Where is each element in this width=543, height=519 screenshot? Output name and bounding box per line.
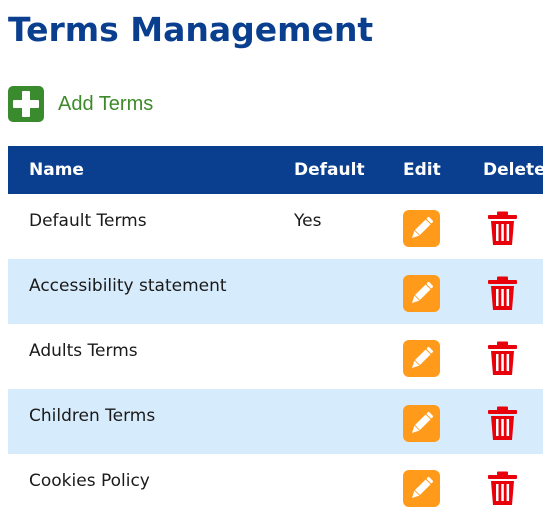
trash-icon bbox=[488, 211, 517, 245]
term-name-cell: Adults Terms bbox=[8, 324, 294, 389]
edit-cell bbox=[403, 194, 483, 259]
table-row: Accessibility statement bbox=[8, 259, 543, 324]
terms-table: Name Default Edit Delete Default Terms Y… bbox=[8, 146, 543, 519]
pencil-icon bbox=[411, 411, 434, 434]
trash-icon bbox=[488, 341, 517, 375]
table-row: Children Terms bbox=[8, 389, 543, 454]
plus-icon bbox=[8, 86, 44, 122]
delete-button[interactable] bbox=[484, 405, 521, 442]
delete-button[interactable] bbox=[484, 275, 521, 312]
column-header-default: Default bbox=[294, 160, 365, 180]
term-name-cell: Accessibility statement bbox=[8, 259, 294, 324]
edit-button[interactable] bbox=[403, 470, 440, 507]
term-default bbox=[294, 324, 403, 340]
term-name: Accessibility statement bbox=[29, 276, 227, 296]
trash-icon bbox=[488, 471, 517, 505]
term-default-cell: Yes bbox=[294, 194, 403, 259]
term-name: Adults Terms bbox=[29, 341, 138, 361]
pencil-icon bbox=[411, 476, 434, 499]
delete-cell bbox=[483, 389, 543, 454]
term-name-cell: Cookies Policy bbox=[8, 454, 294, 519]
delete-cell bbox=[483, 194, 543, 259]
edit-cell bbox=[403, 324, 483, 389]
edit-button[interactable] bbox=[403, 340, 440, 377]
pencil-icon bbox=[411, 346, 434, 369]
trash-icon bbox=[488, 276, 517, 310]
edit-button[interactable] bbox=[403, 275, 440, 312]
delete-cell bbox=[483, 259, 543, 324]
edit-button[interactable] bbox=[403, 405, 440, 442]
add-terms-button[interactable]: Add Terms bbox=[8, 86, 153, 122]
pencil-icon bbox=[411, 281, 434, 304]
edit-cell bbox=[403, 454, 483, 519]
delete-cell bbox=[483, 454, 543, 519]
term-name: Cookies Policy bbox=[29, 471, 150, 491]
page-title: Terms Management bbox=[8, 10, 374, 49]
edit-button[interactable] bbox=[403, 210, 440, 247]
term-default-cell bbox=[294, 389, 403, 454]
edit-cell bbox=[403, 259, 483, 324]
term-default-cell bbox=[294, 454, 403, 519]
delete-button[interactable] bbox=[484, 210, 521, 247]
delete-button[interactable] bbox=[484, 470, 521, 507]
table-row: Cookies Policy bbox=[8, 454, 543, 519]
column-header-edit: Edit bbox=[403, 160, 441, 180]
term-name-cell: Children Terms bbox=[8, 389, 294, 454]
column-header-delete: Delete bbox=[483, 160, 543, 180]
term-default bbox=[294, 454, 403, 470]
column-header-name: Name bbox=[29, 160, 84, 180]
delete-cell bbox=[483, 324, 543, 389]
term-name-cell: Default Terms bbox=[8, 194, 294, 259]
table-row: Default Terms Yes bbox=[8, 194, 543, 259]
table-header-row: Name Default Edit Delete bbox=[8, 146, 543, 194]
table-row: Adults Terms bbox=[8, 324, 543, 389]
term-default: Yes bbox=[294, 211, 322, 231]
trash-icon bbox=[488, 406, 517, 440]
term-name: Children Terms bbox=[29, 406, 156, 426]
term-name: Default Terms bbox=[29, 211, 147, 231]
edit-cell bbox=[403, 389, 483, 454]
term-default-cell bbox=[294, 324, 403, 389]
pencil-icon bbox=[411, 216, 434, 239]
delete-button[interactable] bbox=[484, 340, 521, 377]
term-default bbox=[294, 259, 403, 275]
term-default bbox=[294, 389, 403, 405]
add-terms-label: Add Terms bbox=[58, 92, 154, 115]
term-default-cell bbox=[294, 259, 403, 324]
